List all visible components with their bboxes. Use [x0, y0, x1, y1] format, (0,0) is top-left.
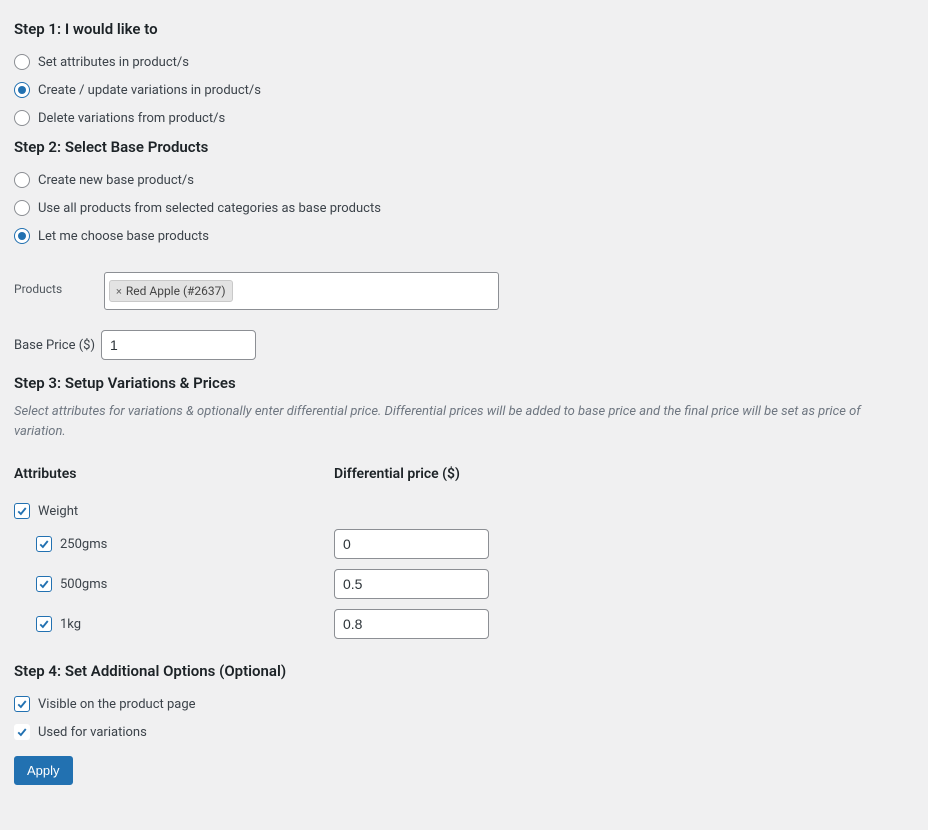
radio-row-set-attributes[interactable]: Set attributes in product/s [14, 48, 914, 76]
chip-text: Red Apple (#2637) [126, 284, 226, 298]
radio-row-create-update[interactable]: Create / update variations in product/s [14, 76, 914, 104]
check-icon [16, 698, 28, 710]
variation-row-250gms: 250gms [14, 524, 914, 564]
products-select[interactable]: × Red Apple (#2637) [104, 272, 499, 310]
check-icon [38, 538, 50, 550]
option-label: Used for variations [38, 725, 147, 740]
radio-label: Delete variations from product/s [38, 111, 225, 126]
option-visible-row[interactable]: Visible on the product page [14, 690, 914, 718]
checkbox-250gms[interactable] [36, 536, 52, 552]
check-icon [16, 726, 28, 738]
radio-icon[interactable] [14, 110, 30, 126]
base-price-label: Base Price ($) [14, 338, 95, 353]
apply-button[interactable]: Apply [14, 756, 73, 785]
check-icon [38, 578, 50, 590]
step4-heading: Step 4: Set Additional Options (Optional… [14, 662, 914, 680]
check-icon [38, 618, 50, 630]
step3-heading: Step 3: Setup Variations & Prices [14, 374, 914, 392]
radio-icon[interactable] [14, 200, 30, 216]
column-attributes: Attributes [14, 466, 334, 482]
checkbox-1kg[interactable] [36, 616, 52, 632]
radio-icon[interactable] [14, 172, 30, 188]
checkbox-used [14, 724, 30, 740]
diff-price-input-250gms[interactable] [334, 529, 489, 559]
step3-helper: Select attributes for variations & optio… [14, 402, 914, 441]
attributes-header: Attributes Differential price ($) [14, 466, 914, 482]
variation-label: 500gms [60, 577, 107, 592]
variation-row-500gms: 500gms [14, 564, 914, 604]
diff-price-input-500gms[interactable] [334, 569, 489, 599]
radio-icon[interactable] [14, 54, 30, 70]
checkbox-500gms[interactable] [36, 576, 52, 592]
base-price-row: Base Price ($) [14, 330, 914, 360]
checkbox-visible[interactable] [14, 696, 30, 712]
products-label: Products [14, 272, 104, 296]
check-icon [16, 505, 28, 517]
radio-icon[interactable] [14, 228, 30, 244]
radio-label: Set attributes in product/s [38, 55, 189, 70]
option-used-row[interactable]: Used for variations [14, 718, 914, 746]
column-diff-price: Differential price ($) [334, 466, 460, 482]
radio-row-delete[interactable]: Delete variations from product/s [14, 104, 914, 132]
diff-price-input-1kg[interactable] [334, 609, 489, 639]
variation-label: 250gms [60, 537, 107, 552]
option-label: Visible on the product page [38, 697, 196, 712]
checkbox-weight[interactable] [14, 503, 30, 519]
radio-row-use-categories[interactable]: Use all products from selected categorie… [14, 194, 914, 222]
attribute-group-label: Weight [38, 504, 78, 519]
products-row: Products × Red Apple (#2637) [14, 272, 914, 310]
variation-label: 1kg [60, 617, 81, 632]
radio-label: Use all products from selected categorie… [38, 201, 381, 216]
radio-row-create-new[interactable]: Create new base product/s [14, 166, 914, 194]
step2-heading: Step 2: Select Base Products [14, 138, 914, 156]
product-chip: × Red Apple (#2637) [109, 280, 233, 302]
base-price-input[interactable] [101, 330, 256, 360]
variation-row-1kg: 1kg [14, 604, 914, 644]
radio-label: Create new base product/s [38, 173, 194, 188]
step1-heading: Step 1: I would like to [14, 20, 914, 38]
radio-label: Let me choose base products [38, 229, 209, 244]
remove-chip-icon[interactable]: × [116, 285, 122, 298]
radio-row-let-me-choose[interactable]: Let me choose base products [14, 222, 914, 250]
attribute-group-row[interactable]: Weight [14, 498, 914, 524]
radio-icon[interactable] [14, 82, 30, 98]
radio-label: Create / update variations in product/s [38, 83, 261, 98]
